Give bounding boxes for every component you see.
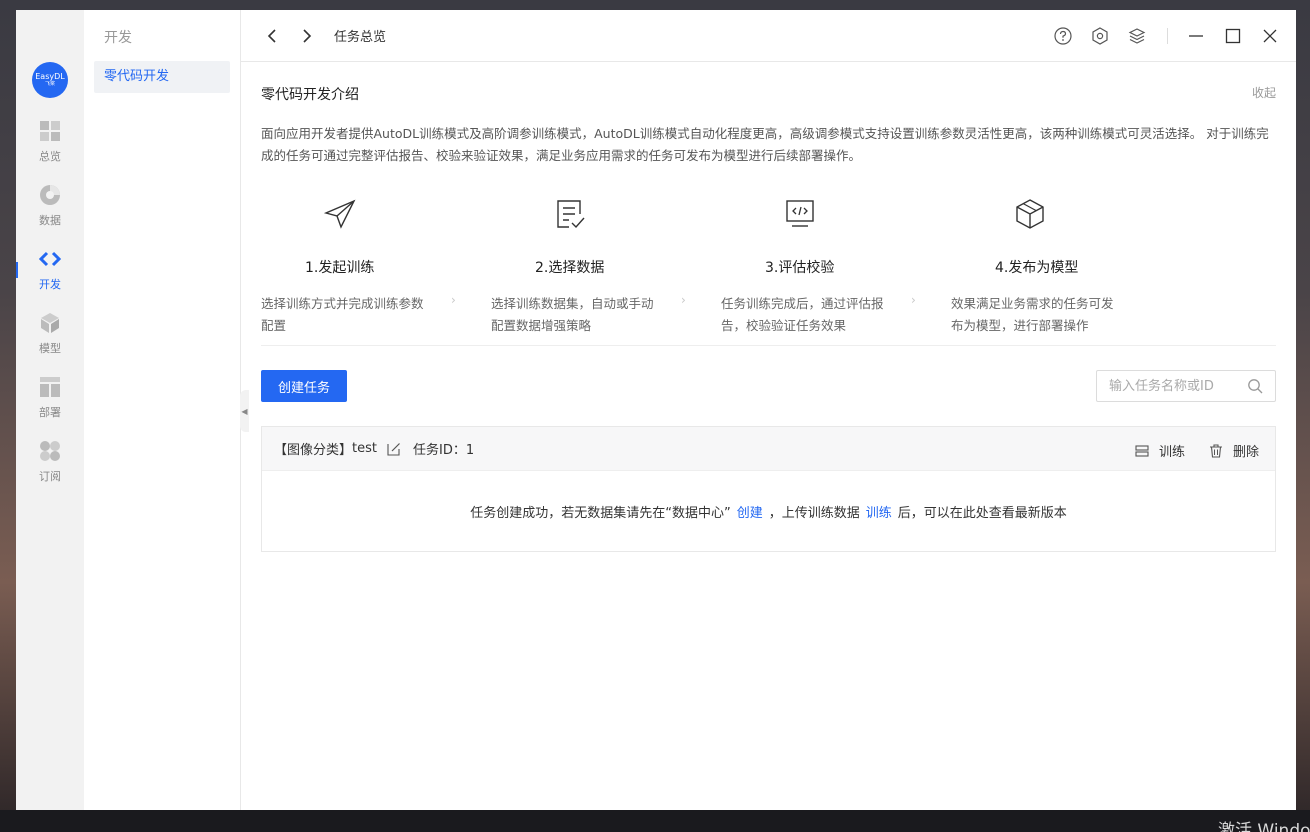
close-icon: [1263, 29, 1277, 43]
content-area: 零代码开发介绍 收起 面向应用开发者提供AutoDL训练模式及高阶调参训练模式，…: [241, 62, 1296, 552]
step-evaluate: 3.评估校验 任务训练完成后，通过评估报告，校验验证任务效果 ›: [721, 197, 951, 337]
main-panel: 任务总览 零代码开发介绍 收起 面向应用开发者提供AutoDL训练模式及高阶调参…: [241, 10, 1296, 810]
search-icon[interactable]: [1247, 378, 1263, 394]
rail-label-deploy: 部署: [39, 406, 61, 419]
chevron-right-icon: [303, 28, 312, 43]
app-window: EasyDL 飞桨 总览 数据 开发 模型 部署 订阅 开发 零代码开发 ◀ 任…: [16, 10, 1296, 810]
help-button[interactable]: [1053, 26, 1073, 46]
cube-icon: [41, 313, 59, 333]
step-arrow-icon: ›: [451, 293, 456, 307]
actions-divider: [1167, 28, 1168, 44]
monitor-code-icon: [786, 200, 814, 227]
rail-item-deploy[interactable]: 部署: [16, 366, 84, 430]
step-description: 任务训练完成后，通过评估报告，校验验证任务效果: [721, 296, 884, 333]
rail-label-model: 模型: [39, 342, 61, 355]
rail-item-develop[interactable]: 开发: [16, 238, 84, 302]
layers-icon: [1128, 28, 1146, 44]
pie-icon: [40, 185, 60, 205]
rail-item-model[interactable]: 模型: [16, 302, 84, 366]
windows-activation-watermark: 激活 Windows: [1218, 821, 1310, 832]
help-icon: [1054, 27, 1072, 45]
desktop-taskbar-strip: [0, 810, 1310, 832]
server-icon: [1135, 444, 1149, 457]
close-button[interactable]: [1260, 26, 1280, 46]
grid-icon: [40, 121, 60, 141]
step-description: 选择训练方式并完成训练参数配置: [261, 296, 424, 333]
checklist-icon: [557, 200, 585, 229]
task-card: 【图像分类】 test 任务ID：1 训练 删除 任务创建成功，若无数据集请先在…: [261, 426, 1276, 552]
rail-label-develop: 开发: [39, 278, 61, 291]
trash-icon: [1209, 443, 1222, 458]
task-message-part2: ，上传训练数据: [768, 505, 860, 521]
create-task-button[interactable]: 创建任务: [261, 370, 347, 402]
edit-icon[interactable]: [387, 442, 401, 456]
settings-button[interactable]: [1090, 26, 1110, 46]
task-search-box: [1096, 370, 1276, 402]
task-search-input[interactable]: [1097, 372, 1247, 400]
intro-title: 零代码开发介绍: [261, 87, 359, 103]
subnav-item-zero-code[interactable]: 零代码开发: [94, 61, 230, 93]
layers-button[interactable]: [1127, 26, 1147, 46]
step-publish: 4.发布为模型 效果满足业务需求的任务可发布为模型，进行部署操作: [951, 197, 1181, 337]
collapse-intro-link[interactable]: 收起: [1252, 84, 1276, 104]
task-card-header: 【图像分类】 test 任务ID：1 训练 删除: [262, 427, 1275, 471]
icon-rail: EasyDL 飞桨 总览 数据 开发 模型 部署 订阅: [16, 10, 84, 810]
step-title: 2.选择数据: [535, 260, 605, 276]
task-name: test: [352, 441, 377, 456]
delete-button[interactable]: 删除: [1209, 441, 1259, 460]
maximize-button[interactable]: [1223, 26, 1243, 46]
step-description: 效果满足业务需求的任务可发布为模型，进行部署操作: [951, 296, 1114, 333]
step-title: 1.发起训练: [305, 260, 375, 276]
workflow-steps: 1.发起训练 选择训练方式并完成训练参数配置 › 2.选择数据 选择训练数据集，…: [261, 197, 1276, 337]
step-title: 4.发布为模型: [995, 260, 1079, 276]
easydl-logo: EasyDL 飞桨: [32, 62, 68, 98]
task-toolbar: 创建任务: [261, 370, 1276, 402]
step-train: 1.发起训练 选择训练方式并完成训练参数配置 ›: [261, 197, 491, 337]
forward-button[interactable]: [298, 27, 316, 45]
train-label: 训练: [1158, 445, 1185, 460]
topbar: 任务总览: [241, 10, 1296, 62]
rail-label-overview: 总览: [39, 150, 61, 163]
step-arrow-icon: ›: [681, 293, 686, 307]
sub-navigation: 开发 零代码开发 ◀: [84, 10, 249, 810]
task-type-tag: 【图像分类】: [274, 443, 353, 458]
task-message-part3: 后，可以在此处查看最新版本: [897, 505, 1067, 521]
maximize-icon: [1225, 28, 1241, 44]
task-message-part1: 任务创建成功，若无数据集请先在“数据中心”: [470, 505, 731, 521]
deploy-icon: [40, 377, 60, 397]
minimize-button[interactable]: [1186, 26, 1206, 46]
rail-label-subscribe: 订阅: [39, 470, 61, 483]
step-arrow-icon: ›: [911, 293, 916, 307]
minimize-icon: [1189, 35, 1203, 37]
chevron-left-icon: [267, 28, 276, 43]
subnav-heading: 开发: [104, 30, 132, 46]
rail-item-overview[interactable]: 总览: [16, 110, 84, 174]
subscribe-icon: [40, 441, 60, 461]
rail-item-subscribe[interactable]: 订阅: [16, 430, 84, 494]
box-icon: [1016, 199, 1044, 229]
intro-header: 零代码开发介绍 收起: [261, 84, 1276, 104]
settings-icon: [1092, 27, 1108, 45]
train-link[interactable]: 训练: [866, 502, 892, 521]
window-actions: [1053, 26, 1280, 46]
rail-label-data: 数据: [39, 214, 61, 227]
step-description: 选择训练数据集，自动或手动配置数据增强策略: [491, 296, 654, 333]
intro-description: 面向应用开发者提供AutoDL训练模式及高阶调参训练模式，AutoDL训练模式自…: [261, 126, 1269, 163]
task-id: 任务ID：1: [412, 443, 475, 458]
breadcrumb: 任务总览: [334, 30, 387, 45]
create-dataset-link[interactable]: 创建: [737, 502, 763, 521]
delete-label: 删除: [1232, 445, 1259, 460]
task-card-body: 任务创建成功，若无数据集请先在“数据中心” 创建 ，上传训练数据 训练 后，可以…: [262, 471, 1275, 551]
back-button[interactable]: [263, 27, 281, 45]
task-operations: 训练 删除: [1135, 441, 1259, 460]
step-title: 3.评估校验: [765, 260, 835, 276]
train-button[interactable]: 训练: [1135, 441, 1185, 460]
paper-plane-icon: [323, 199, 356, 229]
step-select-data: 2.选择数据 选择训练数据集，自动或手动配置数据增强策略 ›: [491, 197, 721, 337]
rail-item-data[interactable]: 数据: [16, 174, 84, 238]
code-icon: [39, 251, 61, 267]
logo-subtext: 飞桨: [44, 81, 55, 87]
section-divider: [261, 345, 1276, 346]
